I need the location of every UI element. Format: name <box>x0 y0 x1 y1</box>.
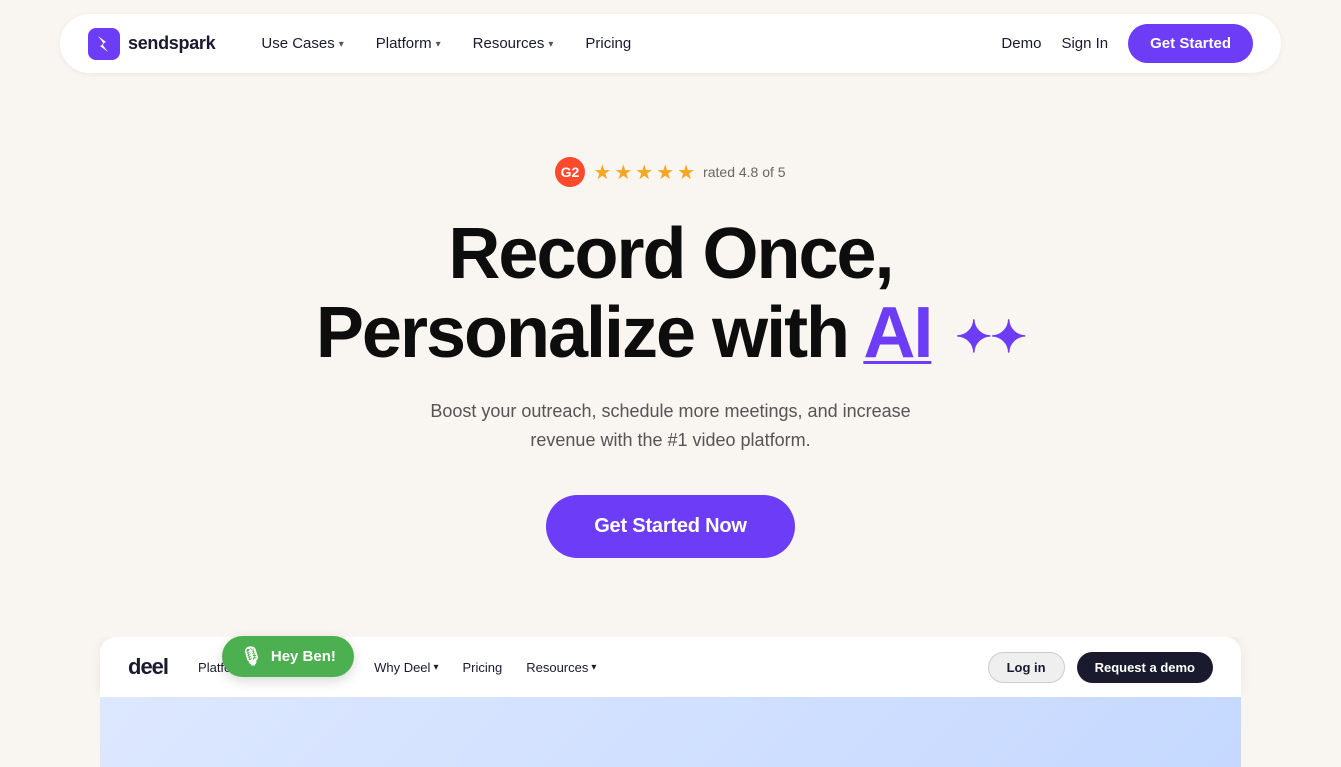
deel-login-button[interactable]: Log in <box>988 652 1065 683</box>
deel-content-area <box>100 697 1241 767</box>
chat-text: Hey Ben! <box>271 648 336 665</box>
logo-text: sendspark <box>128 33 215 54</box>
logo-icon <box>88 28 120 60</box>
sound-wave-icon: 🎙 <box>240 646 263 667</box>
logo[interactable]: sendspark <box>88 28 215 60</box>
chat-bubble: 🎙 Hey Ben! <box>222 636 354 677</box>
hero-headline: Record Once, Personalize with AI ✦✦ <box>316 215 1025 373</box>
chevron-down-icon: ▾ <box>436 39 441 50</box>
nav-get-started-button[interactable]: Get Started <box>1128 24 1253 63</box>
bottom-peek: deel Platform ▾ Use Cases ▾ Why Deel ▾ P… <box>0 637 1341 767</box>
chevron-down-icon: ▾ <box>339 39 344 50</box>
g2-rating: G2 ★ ★ ★ ★ ★ rated 4.8 of 5 <box>555 157 785 187</box>
star-1: ★ <box>593 160 611 185</box>
rating-text: rated 4.8 of 5 <box>703 164 786 180</box>
g2-logo-icon: G2 <box>555 157 585 187</box>
nav-signin-link[interactable]: Sign In <box>1061 35 1108 52</box>
nav-link-pricing[interactable]: Pricing <box>571 27 645 60</box>
deel-logo: deel <box>128 654 168 680</box>
nav-link-resources[interactable]: Resources ▾ <box>459 27 568 60</box>
hero-cta-button[interactable]: Get Started Now <box>546 495 795 558</box>
nav-link-use-cases[interactable]: Use Cases ▾ <box>247 27 357 60</box>
deel-nav-resources[interactable]: Resources ▾ <box>516 654 606 681</box>
nav-left: sendspark Use Cases ▾ Platform ▾ Resourc… <box>88 27 645 60</box>
star-5: ★ <box>677 160 695 185</box>
nav-demo-link[interactable]: Demo <box>1001 35 1041 52</box>
star-2: ★ <box>614 160 632 185</box>
nav-links: Use Cases ▾ Platform ▾ Resources ▾ Prici… <box>247 27 645 60</box>
deel-nav-why-deel[interactable]: Why Deel ▾ <box>364 654 448 681</box>
ai-highlight: AI <box>863 293 931 373</box>
deel-demo-button[interactable]: Request a demo <box>1077 652 1213 683</box>
hero-subtitle: Boost your outreach, schedule more meeti… <box>411 397 931 455</box>
chevron-down-icon: ▾ <box>548 39 553 50</box>
nav-link-platform[interactable]: Platform ▾ <box>362 27 455 60</box>
star-rating: ★ ★ ★ ★ ★ <box>593 160 695 185</box>
hero-section: G2 ★ ★ ★ ★ ★ rated 4.8 of 5 Record Once,… <box>0 87 1341 598</box>
svg-text:G2: G2 <box>561 164 580 180</box>
nav-wrapper: sendspark Use Cases ▾ Platform ▾ Resourc… <box>0 0 1341 87</box>
star-4: ★ <box>656 160 674 185</box>
deel-nav-pricing[interactable]: Pricing <box>452 654 512 681</box>
star-3: ★ <box>635 160 653 185</box>
deel-nav-right: Log in Request a demo <box>988 652 1213 683</box>
page-container: sendspark Use Cases ▾ Platform ▾ Resourc… <box>0 0 1341 767</box>
sparkle-icon: ✦✦ <box>955 314 1025 362</box>
nav-right: Demo Sign In Get Started <box>1001 24 1253 63</box>
main-nav: sendspark Use Cases ▾ Platform ▾ Resourc… <box>60 14 1281 73</box>
